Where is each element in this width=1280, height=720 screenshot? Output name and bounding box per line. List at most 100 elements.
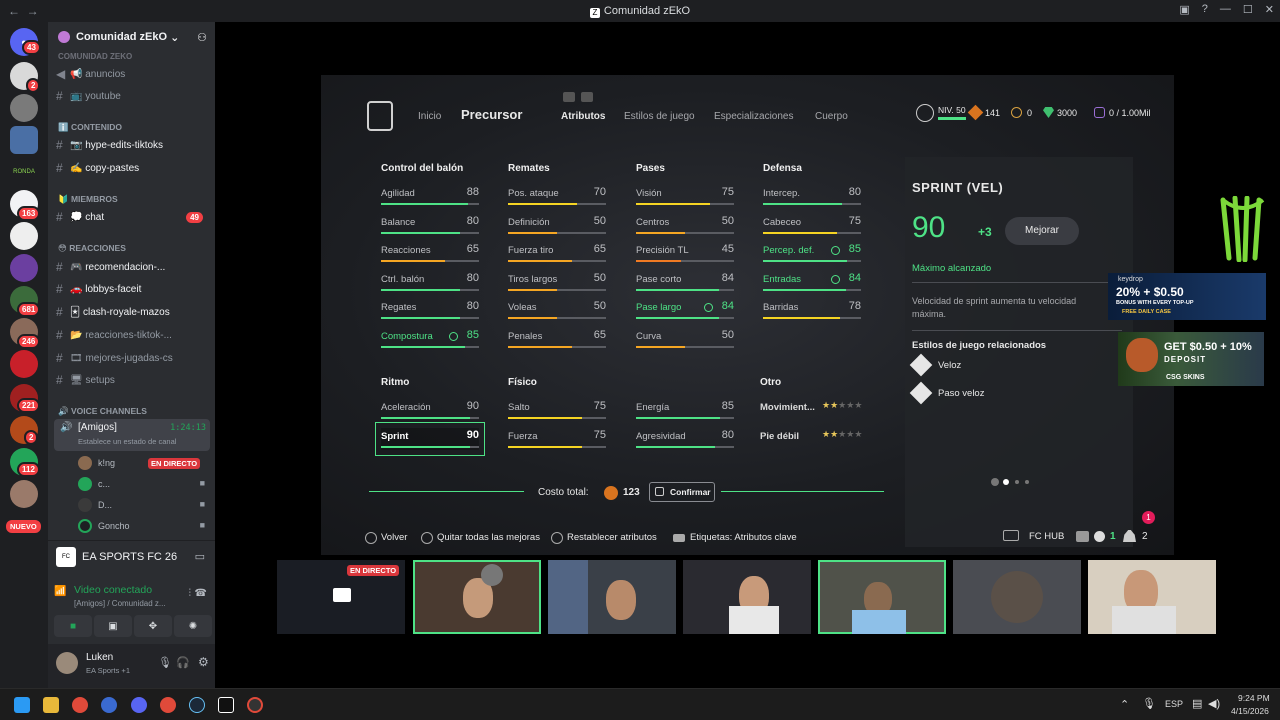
channel-setups[interactable]: # 🖥 setups [56, 370, 211, 390]
remove-upgrades-action[interactable]: Quitar todas las mejoras [437, 532, 540, 543]
fc-hub-label[interactable]: FC HUB [1029, 531, 1064, 542]
channel-clash-royale[interactable]: # 🃏 clash-royale-mazos [56, 302, 211, 322]
stream-tile[interactable]: EN DIRECTO [277, 560, 405, 634]
username[interactable]: Luken [86, 652, 113, 663]
participant-video[interactable] [818, 560, 946, 634]
nav-precursor[interactable]: Precursor [461, 107, 522, 122]
close-button[interactable]: ✕ [1265, 3, 1274, 16]
reset-attributes-action[interactable]: Restablecer atributos [567, 532, 657, 543]
attribute-cabeceo[interactable]: Cabeceo 75 [763, 214, 861, 236]
inbox-icon[interactable]: ▣ [1179, 3, 1189, 16]
related-style[interactable]: Veloz [938, 360, 961, 371]
attribute-barridas[interactable]: Barridas 78 [763, 299, 861, 321]
app-icon[interactable] [101, 697, 117, 713]
minimize-button[interactable]: — [1220, 3, 1231, 16]
participant-video[interactable] [413, 560, 541, 634]
channel-status[interactable]: Establece un estado de canal [78, 437, 176, 446]
back-action[interactable]: Volver [381, 532, 407, 543]
attribute-tiros-largos[interactable]: Tiros largos 50 [508, 271, 606, 293]
maximize-button[interactable]: ☐ [1243, 3, 1253, 16]
steam-icon[interactable] [189, 697, 205, 713]
attribute-reacciones[interactable]: Reacciones 65 [381, 242, 479, 264]
attribute-intercep-[interactable]: Intercep. 80 [763, 185, 861, 207]
volume-icon[interactable]: ◀) [1208, 697, 1220, 710]
channel-mejores-jugadas[interactable]: # 🎞 mejores-jugadas-cs [56, 348, 211, 368]
voice-user[interactable]: Goncho [78, 516, 208, 536]
related-style[interactable]: Paso veloz [938, 388, 984, 399]
activity-panel[interactable]: FC EA SPORTS FC 26 ▭ [48, 540, 215, 572]
activities-button[interactable]: ✥ [134, 615, 172, 637]
category-reacciones[interactable]: 😳 REACCIONES [58, 243, 126, 254]
server-icon[interactable] [10, 480, 38, 508]
attribute-pos-ataque[interactable]: Pos. ataque 70 [508, 185, 606, 207]
attribute-fuerza[interactable]: Fuerza 75 [508, 428, 606, 450]
attribute-definición[interactable]: Definición 50 [508, 214, 606, 236]
participant-video[interactable] [1088, 560, 1216, 634]
attribute-centros[interactable]: Centros 50 [636, 214, 734, 236]
mic-icon[interactable]: 🎙 [1142, 697, 1156, 710]
voice-user[interactable]: c... [78, 474, 208, 494]
new-badge[interactable]: NUEVO [4, 518, 43, 535]
chrome-icon[interactable] [160, 697, 176, 713]
tab-cuerpo[interactable]: Cuerpo [815, 111, 848, 122]
help-icon[interactable]: ? [1202, 3, 1208, 16]
disconnect-icon[interactable]: ☎ [195, 588, 207, 599]
server-icon[interactable] [10, 126, 38, 154]
attribute-agilidad[interactable]: Agilidad 88 [381, 185, 479, 207]
attribute-salto[interactable]: Salto 75 [508, 399, 606, 421]
ea-fc-icon[interactable] [218, 697, 234, 713]
attribute-curva[interactable]: Curva 50 [636, 328, 734, 350]
voice-status[interactable]: Video conectado [74, 584, 152, 596]
windows-start-icon[interactable] [14, 697, 30, 713]
headphones-icon[interactable]: 🎧 [176, 656, 190, 669]
notification-badge[interactable]: 1 [1142, 511, 1155, 524]
nav-inicio[interactable]: Inicio [418, 111, 441, 122]
participant-video[interactable] [683, 560, 811, 634]
improve-button[interactable]: Mejorar [1005, 217, 1079, 245]
server-icon[interactable] [10, 94, 38, 122]
voice-user[interactable]: D... [78, 495, 208, 515]
category-miembros[interactable]: 🔰 MIEMBROS [58, 194, 118, 205]
camera-button[interactable]: ■ [54, 615, 92, 637]
channel-chat[interactable]: # 💭 chat 49 [56, 207, 211, 227]
attribute-fuerza-tiro[interactable]: Fuerza tiro 65 [508, 242, 606, 264]
attribute-pase-corto[interactable]: Pase corto 84 [636, 271, 734, 293]
mic-icon[interactable]: 🎙 [158, 656, 172, 669]
screen-share-button[interactable]: ▣ [94, 615, 132, 637]
channel-hype-edits[interactable]: # 📷 hype-edits-tiktoks [56, 135, 211, 155]
avatar[interactable] [56, 652, 78, 674]
attribute-voleas[interactable]: Voleas 50 [508, 299, 606, 321]
server-icon[interactable] [10, 350, 38, 378]
channel-youtube[interactable]: # 📺 youtube [56, 86, 211, 106]
guild-header[interactable]: Comunidad zEkO ⌄ ⚇ [48, 22, 215, 52]
attribute-entradas[interactable]: Entradas 84 [763, 271, 861, 293]
attribute-precisión-tl[interactable]: Precisión TL 45 [636, 242, 734, 264]
discord-icon[interactable] [131, 697, 147, 713]
tab-especializaciones[interactable]: Especializaciones [714, 111, 794, 122]
server-ronda-icon[interactable]: RONDA [10, 158, 38, 186]
csgo-skins-ad[interactable]: GET $0.50 + 10% DEPOSIT CSG SKINS [1118, 332, 1264, 386]
tab-estilos[interactable]: Estilos de juego [624, 111, 695, 122]
category-voice[interactable]: 🔊 VOICE CHANNELS [58, 406, 147, 417]
attribute-pie-débil[interactable]: Pie débil ★★★★★ [760, 428, 862, 450]
attribute-balance[interactable]: Balance 80 [381, 214, 479, 236]
soundwave-icon[interactable]: ⫶ [189, 588, 192, 599]
attribute-pase-largo[interactable]: Pase largo 84 [636, 299, 734, 321]
voice-channel-amigos[interactable]: 🔊 [Amigos] 1:24:13 Establece un estado d… [54, 419, 210, 451]
attribute-sprint[interactable]: Sprint 90 [375, 421, 485, 456]
attribute-ctrl-balón[interactable]: Ctrl. balón 80 [381, 271, 479, 293]
game-screen[interactable]: Inicio Precursor Atributos Estilos de ju… [321, 75, 1174, 555]
tab-atributos[interactable]: Atributos [561, 111, 605, 122]
attribute-energía[interactable]: Energía 85 [636, 399, 734, 421]
channel-recomendacion[interactable]: # 🎮 recomendacion-... [56, 257, 211, 277]
attribute-penales[interactable]: Penales 65 [508, 328, 606, 350]
file-explorer-icon[interactable] [43, 697, 59, 713]
participant-avatar[interactable] [953, 560, 1081, 634]
attribute-percep-def-[interactable]: Percep. def. 85 [763, 242, 861, 264]
attribute-compostura[interactable]: Compostura 85 [381, 328, 479, 350]
channel-reacciones-tiktok[interactable]: # 📂 reacciones-tiktok-... [56, 325, 211, 345]
server-icon[interactable] [10, 254, 38, 282]
category-contenido[interactable]: ℹ️ CONTENIDO [58, 122, 122, 133]
channel-copy-pastes[interactable]: # ✍️ copy-pastes [56, 158, 211, 178]
screen-share-icon[interactable]: ▭ [195, 550, 205, 563]
